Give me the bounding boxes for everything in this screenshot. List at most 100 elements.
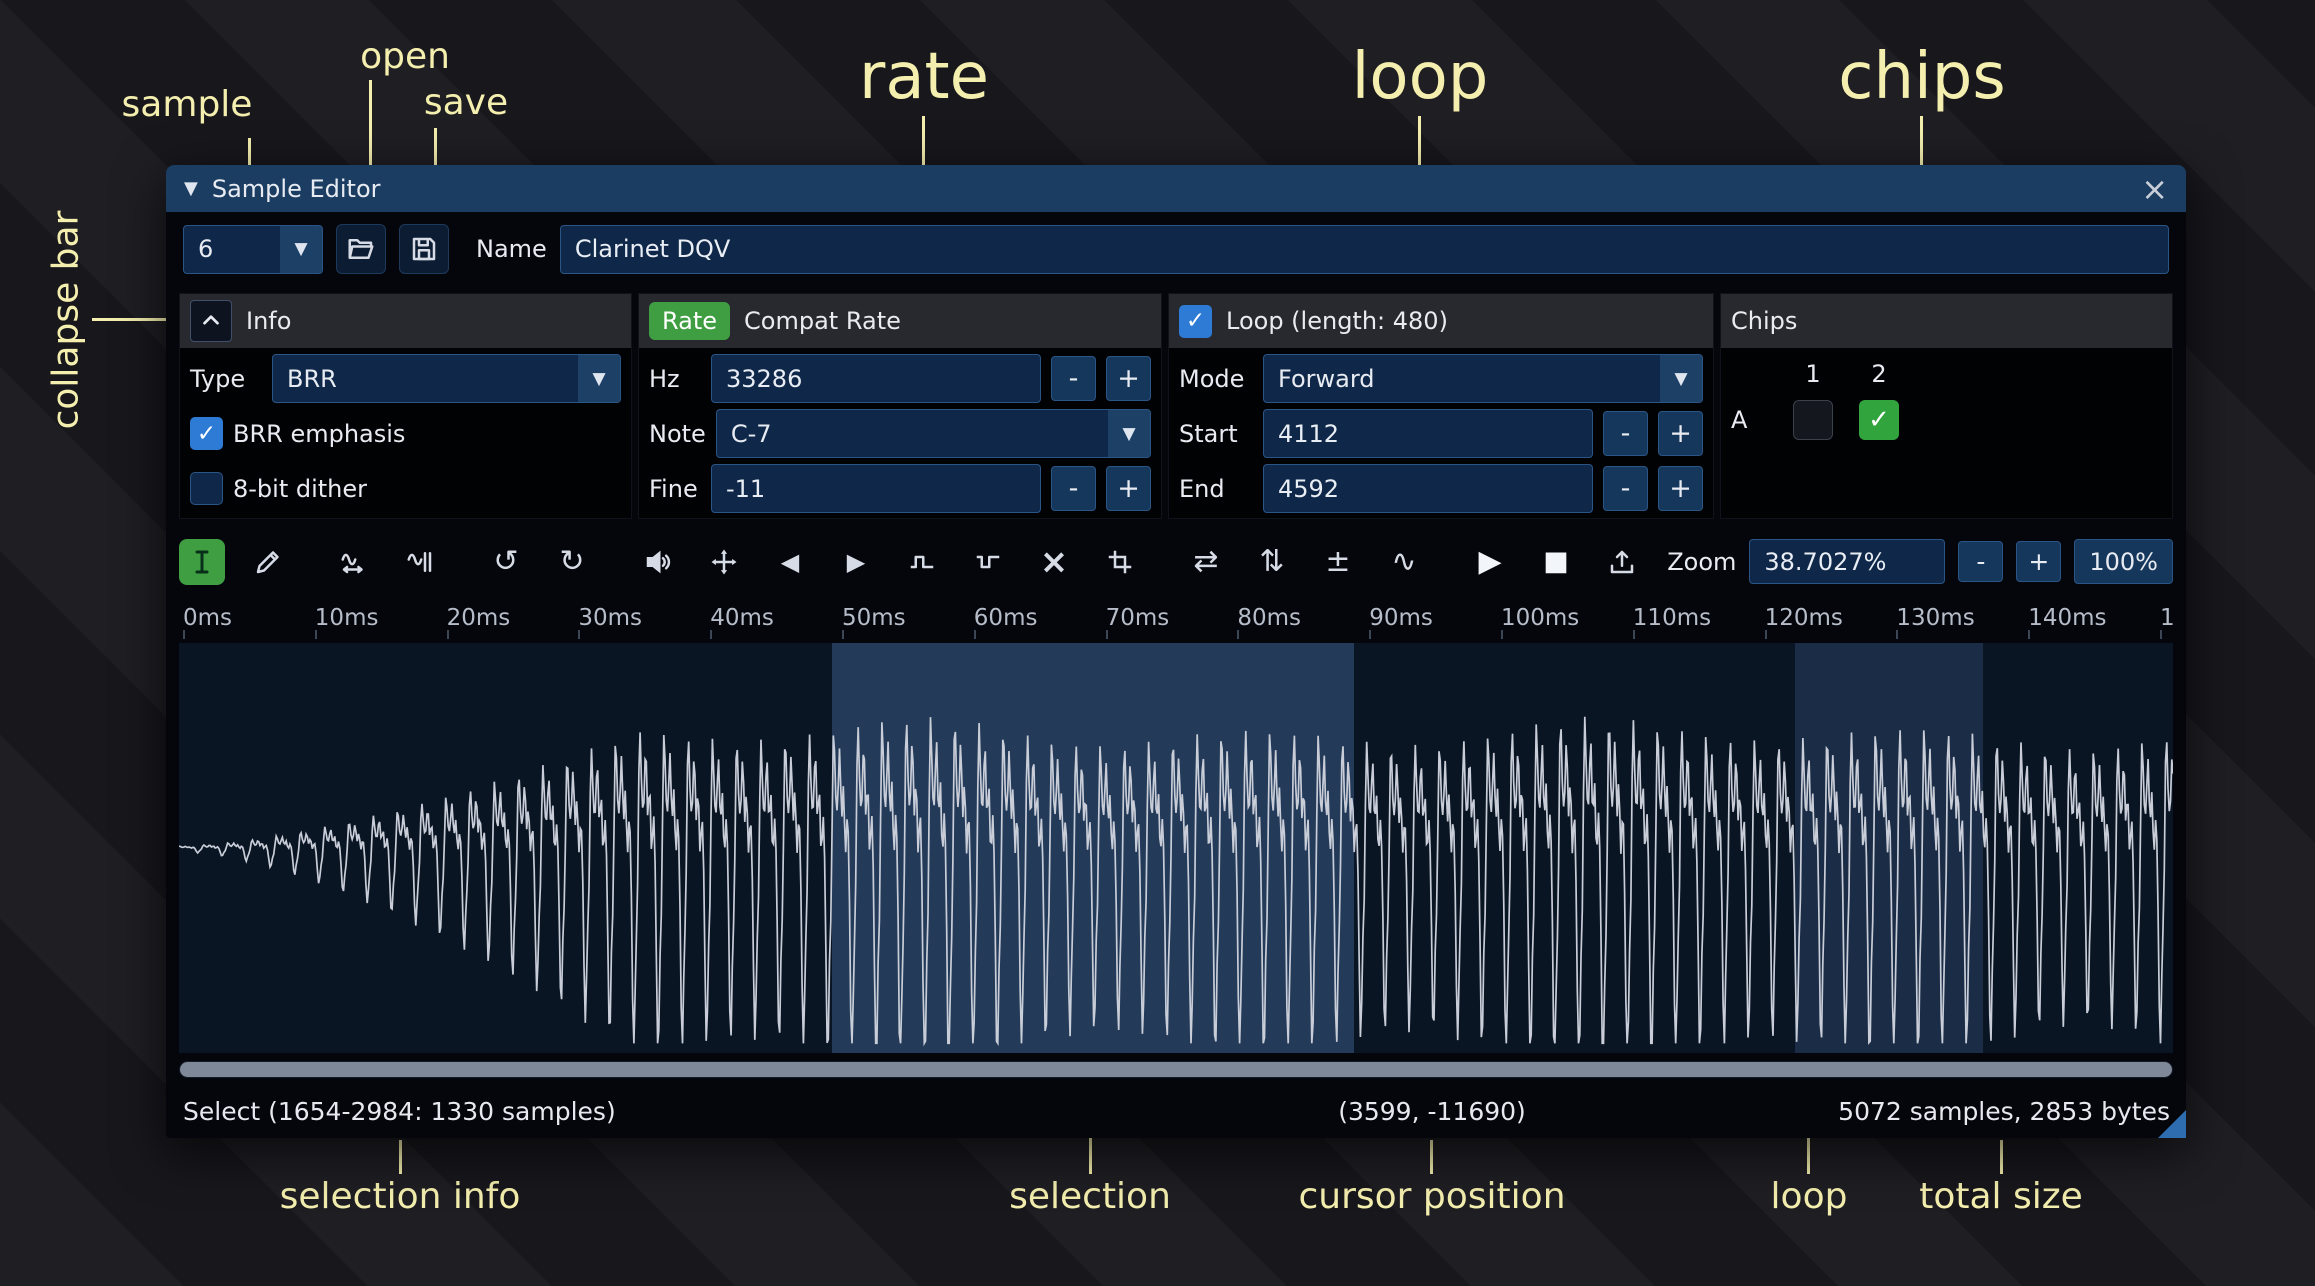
chip-row-label: A <box>1731 406 1793 434</box>
ruler-tickmark <box>578 630 580 639</box>
resize-button[interactable] <box>331 539 377 585</box>
fade-in-button[interactable]: ◀ <box>767 539 813 585</box>
annotation-loop-bottom: loop <box>1771 1176 1848 1217</box>
speaker-icon <box>643 547 673 577</box>
loop-end-input[interactable] <box>1263 464 1593 513</box>
loop-end-label: End <box>1179 475 1253 503</box>
annotation-open: open <box>360 36 450 77</box>
ruler-tick: 20ms <box>447 605 511 631</box>
open-folder-icon <box>346 234 376 264</box>
trim-button[interactable] <box>1097 539 1143 585</box>
delete-button[interactable]: × <box>1031 539 1077 585</box>
zoom-cluster: Zoom - + 100% <box>1667 539 2173 584</box>
sample-select[interactable]: 6 ▼ <box>183 225 323 274</box>
ruler-tick: 120ms <box>1765 605 1843 631</box>
open-button[interactable] <box>336 224 386 274</box>
ruler-tickmark <box>974 630 976 639</box>
edit-select-button[interactable] <box>179 539 225 585</box>
edit-draw-button[interactable] <box>245 539 291 585</box>
collapse-bar-button[interactable] <box>190 300 232 342</box>
loop-start-plus-button[interactable]: + <box>1658 411 1703 456</box>
fade-out-button[interactable]: ▶ <box>833 539 879 585</box>
cursor-position-text: (3599, -11690) <box>1338 1097 1526 1126</box>
chip-2-checkbox[interactable]: ✓ <box>1859 400 1899 440</box>
fine-minus-button[interactable]: - <box>1051 466 1096 511</box>
horizontal-scrollbar[interactable] <box>179 1061 2173 1078</box>
preview-button[interactable]: ▶ <box>1467 539 1513 585</box>
note-select[interactable]: C-7 ▼ <box>716 409 1151 458</box>
filter-button[interactable]: ∿ <box>1381 539 1427 585</box>
timeline-ruler[interactable]: 0ms10ms20ms30ms40ms50ms60ms70ms80ms90ms1… <box>179 599 2173 639</box>
redo-button[interactable]: ↻ <box>549 539 595 585</box>
fine-label: Fine <box>649 475 701 503</box>
zoom-in-button[interactable]: + <box>2016 541 2061 582</box>
loop-mode-select[interactable]: Forward ▼ <box>1263 354 1703 403</box>
brr-emphasis-label: BRR emphasis <box>233 420 405 448</box>
insert-silence-button[interactable] <box>899 539 945 585</box>
sample-select-value: 6 <box>184 235 280 263</box>
name-input[interactable] <box>560 225 2169 274</box>
stop-button[interactable]: ■ <box>1533 539 1579 585</box>
resample-button[interactable] <box>397 539 443 585</box>
selection-info-text: Select (1654-2984: 1330 samples) <box>183 1097 616 1126</box>
loop-panel-title: Loop (length: 480) <box>1226 307 1448 335</box>
annotation-total-size: total size <box>1919 1176 2083 1217</box>
rate-badge-button[interactable]: Rate <box>649 302 730 340</box>
loop-end-minus-button[interactable]: - <box>1603 466 1648 511</box>
invert-button[interactable]: ⇅ <box>1249 539 1295 585</box>
type-select-value: BRR <box>273 365 578 393</box>
undo-button[interactable]: ↺ <box>483 539 529 585</box>
hz-plus-button[interactable]: + <box>1106 356 1151 401</box>
sign-button[interactable]: ± <box>1315 539 1361 585</box>
ruler-tick: 30ms <box>578 605 642 631</box>
ruler-tick: 110ms <box>1633 605 1711 631</box>
type-select[interactable]: BRR ▼ <box>272 354 621 403</box>
annotation-line-cursor-position <box>1430 1140 1433 1174</box>
create-wavetable-button[interactable] <box>1599 539 1645 585</box>
panels-row: Info Type BRR ▼ ✓ BRR emphasis <box>179 293 2173 519</box>
hz-input[interactable] <box>711 354 1041 403</box>
ruler-tick: 130ms <box>1896 605 1974 631</box>
fade-out-icon: ▶ <box>847 550 865 574</box>
annotation-sample: sample <box>122 84 253 125</box>
name-label: Name <box>476 235 547 263</box>
zoom-input[interactable] <box>1749 539 1945 584</box>
scrollbar-thumb[interactable] <box>180 1062 2172 1077</box>
annotation-collapse-bar: collapse bar <box>46 211 87 430</box>
apply-silence-button[interactable] <box>965 539 1011 585</box>
chips-panel-header: Chips <box>1721 294 2172 348</box>
ruler-tick: 10ms <box>315 605 379 631</box>
mode-label: Mode <box>1179 365 1253 393</box>
close-icon[interactable]: × <box>2141 173 2168 205</box>
crop-icon <box>1105 547 1135 577</box>
normalize-button[interactable] <box>701 539 747 585</box>
sample-editor-window: ▼ Sample Editor × 6 ▼ Name <box>166 165 2186 1138</box>
undo-icon: ↺ <box>493 547 518 577</box>
reverse-button[interactable]: ⇄ <box>1183 539 1229 585</box>
ruler-tick: 80ms <box>1237 605 1301 631</box>
loop-start-input[interactable] <box>1263 409 1593 458</box>
info-panel-header: Info <box>180 294 631 348</box>
resize-grip[interactable] <box>2158 1110 2186 1138</box>
brr-emphasis-checkbox[interactable]: ✓ <box>190 417 223 450</box>
zoom-out-button[interactable]: - <box>1958 541 2003 582</box>
chip-1-checkbox[interactable] <box>1793 400 1833 440</box>
titlebar[interactable]: ▼ Sample Editor × <box>166 165 2186 212</box>
loop-start-minus-button[interactable]: - <box>1603 411 1648 456</box>
desktop-background: sample open save rate loop chips collaps… <box>0 0 2315 1286</box>
status-bar: Select (1654-2984: 1330 samples) (3599, … <box>166 1089 2186 1137</box>
pulse-down-icon <box>973 547 1003 577</box>
info-panel-title: Info <box>246 307 291 335</box>
loop-enable-checkbox[interactable]: ✓ <box>1179 305 1212 338</box>
hz-minus-button[interactable]: - <box>1051 356 1096 401</box>
amplify-button[interactable] <box>635 539 681 585</box>
save-button[interactable] <box>399 224 449 274</box>
resample-wave-icon <box>405 547 435 577</box>
fine-plus-button[interactable]: + <box>1106 466 1151 511</box>
fine-input[interactable] <box>711 464 1041 513</box>
loop-end-plus-button[interactable]: + <box>1658 466 1703 511</box>
zoom-reset-button[interactable]: 100% <box>2074 539 2173 584</box>
dither-checkbox[interactable] <box>190 472 223 505</box>
window-collapse-icon[interactable]: ▼ <box>184 178 198 199</box>
waveform-view[interactable] <box>179 643 2173 1053</box>
